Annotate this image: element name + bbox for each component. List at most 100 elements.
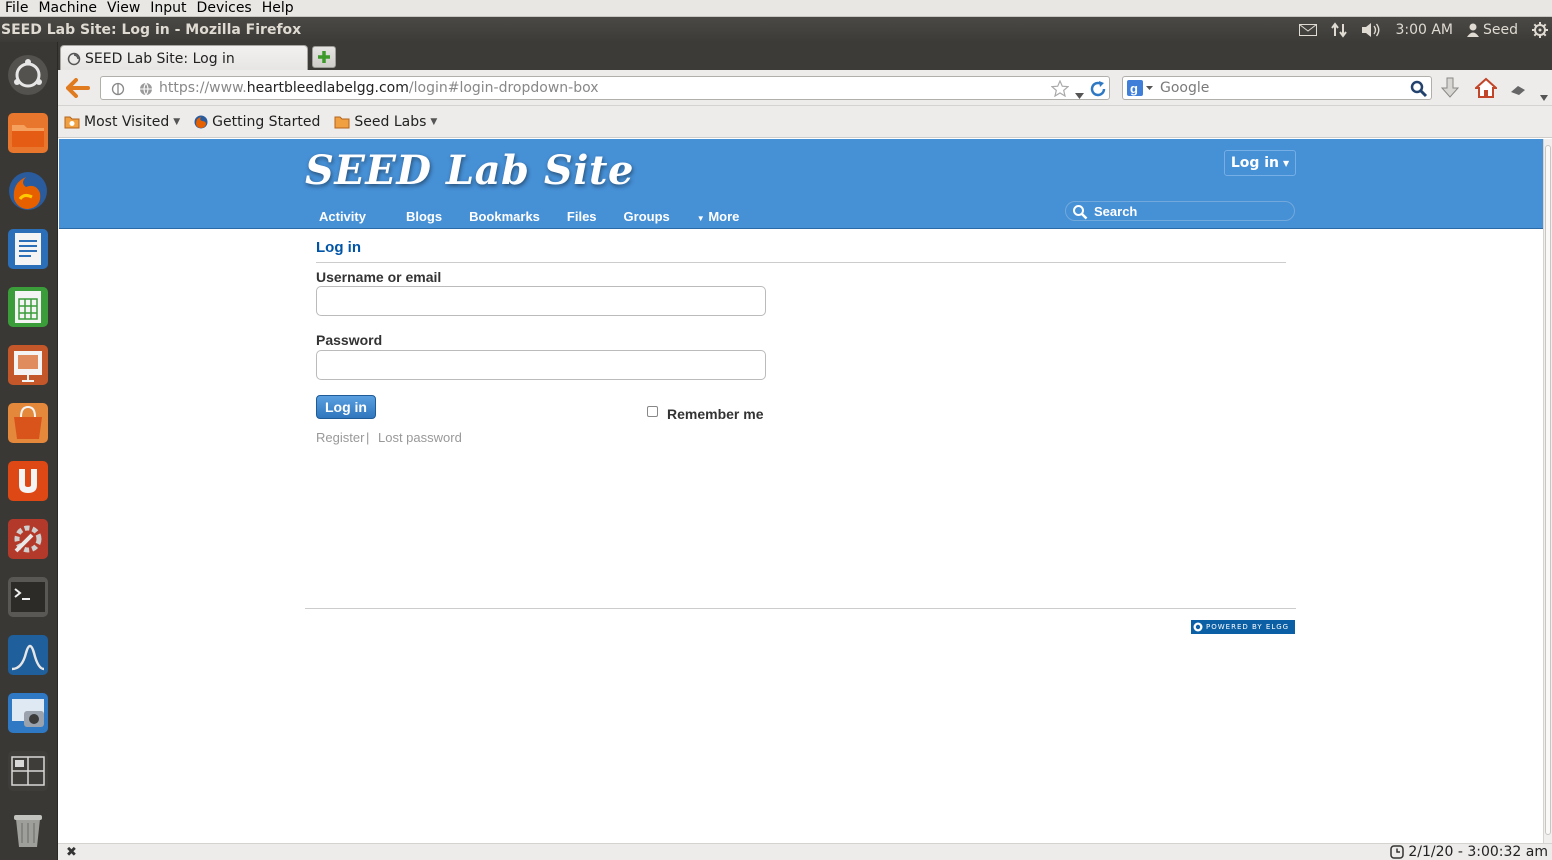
password-input[interactable] [316, 350, 766, 380]
panel-clock[interactable]: 3:00 AM [1395, 22, 1453, 38]
search-icon [1072, 204, 1088, 224]
wireshark-icon[interactable] [3, 630, 53, 680]
terminal-icon[interactable] [3, 572, 53, 622]
scrollbar-thumb[interactable] [1545, 145, 1551, 835]
new-tab-button[interactable] [312, 46, 336, 68]
magnifier-icon[interactable] [1410, 80, 1428, 102]
url-bar[interactable]: https://www.heartbleedlabelgg.com/login#… [100, 76, 1110, 100]
user-menu[interactable]: Seed [1467, 22, 1518, 38]
nav-item-more[interactable]: ▼ More [697, 209, 740, 224]
network-icon[interactable] [1331, 21, 1348, 38]
bookmark-label: Seed Labs [354, 113, 427, 130]
site-identity-icon[interactable] [111, 81, 125, 100]
nav-item-activity[interactable]: Activity [306, 209, 379, 224]
vertical-scrollbar[interactable] [1543, 139, 1552, 843]
elgg-logo-icon [1193, 622, 1203, 632]
username-input[interactable] [316, 286, 766, 316]
remember-me-label[interactable]: Remember me [667, 406, 764, 422]
url-host: heartbleedlabelgg.com [246, 80, 409, 96]
nav-item-files[interactable]: Files [567, 209, 597, 224]
google-engine-icon[interactable]: g [1127, 80, 1153, 100]
site-title[interactable]: SEED Lab Site [305, 147, 634, 194]
reload-icon[interactable] [1089, 80, 1107, 102]
vm-menu-file[interactable]: File [0, 0, 33, 17]
site-header: SEED Lab Site Log in ▼ Activity Blogs Bo… [59, 139, 1543, 229]
site-nav: Activity Blogs Bookmarks Files Groups ▼ … [306, 209, 739, 224]
vm-menu-input[interactable]: Input [145, 0, 191, 17]
url-prefix: https://www. [159, 80, 247, 96]
bookmark-label: Most Visited [84, 113, 170, 130]
url-history-chevron-icon[interactable] [1075, 84, 1084, 103]
workspace-switcher-icon[interactable] [3, 746, 53, 796]
browser-tab-active[interactable]: SEED Lab Site: Log in [60, 45, 308, 71]
volume-icon[interactable] [1361, 22, 1381, 38]
window-title: SEED Lab Site: Log in - Mozilla Firefox [1, 21, 302, 38]
heading-divider [316, 262, 1286, 263]
globe-icon [139, 81, 153, 100]
vm-menu-view[interactable]: View [102, 0, 145, 17]
vm-menubar: File Machine View Input Devices Help [0, 0, 1552, 17]
vm-menu-help[interactable]: Help [257, 0, 299, 17]
firefox-icon[interactable] [3, 166, 53, 216]
search-placeholder: Google [1160, 80, 1210, 96]
password-label: Password [316, 332, 383, 348]
login-dropdown-button[interactable]: Log in ▼ [1224, 150, 1296, 176]
lost-password-link[interactable]: Lost password [378, 430, 462, 445]
vm-menu-machine[interactable]: Machine [33, 0, 102, 17]
nav-item-blogs[interactable]: Blogs [406, 209, 442, 224]
plus-icon [318, 51, 330, 63]
panel-username: Seed [1483, 21, 1518, 38]
bookmark-most-visited[interactable]: Most Visited ▼ [64, 114, 180, 130]
login-submit-button[interactable]: Log in [316, 395, 376, 419]
login-heading: Log in [316, 239, 361, 256]
status-clock: 2/1/20 - 3:00:32 am [1390, 844, 1548, 860]
addon-toolbar-icon[interactable] [1510, 81, 1526, 100]
powered-by-elgg-badge[interactable]: POWERED BY ELGG [1191, 620, 1295, 634]
url-path: /login#login-dropdown-box [408, 80, 599, 96]
bookmark-star-icon[interactable] [1050, 79, 1070, 101]
close-x-icon[interactable]: ✖ [66, 845, 77, 860]
downloads-arrow-icon[interactable] [1440, 77, 1460, 103]
site-search-input[interactable] [1094, 203, 1284, 219]
svg-text:g: g [1130, 81, 1138, 96]
toolbar-overflow-chevron-icon[interactable] [1540, 86, 1548, 105]
firefox-favicon-icon [194, 115, 208, 128]
bookmarks-toolbar: Most Visited ▼ Getting Started Seed Labs… [58, 106, 1552, 138]
url-text[interactable]: https://www.heartbleedlabelgg.com/login#… [159, 80, 599, 96]
screenshot-icon[interactable] [3, 688, 53, 738]
register-link[interactable]: Register [316, 430, 364, 445]
powered-by-text: POWERED BY ELGG [1206, 623, 1290, 631]
nav-item-groups[interactable]: Groups [624, 209, 670, 224]
nav-more-label: More [708, 209, 740, 224]
link-separator: | [366, 430, 370, 445]
trash-icon[interactable] [3, 804, 53, 854]
system-settings-icon[interactable] [3, 514, 53, 564]
libreoffice-writer-icon[interactable] [3, 224, 53, 274]
power-gear-icon[interactable] [1532, 21, 1548, 38]
home-icon[interactable] [1473, 77, 1499, 103]
caret-down-icon: ▼ [696, 214, 705, 223]
nav-item-bookmarks[interactable]: Bookmarks [469, 209, 540, 224]
software-center-icon[interactable] [3, 398, 53, 448]
login-dropdown-label: Log in [1230, 155, 1280, 171]
ubuntu-one-icon[interactable] [3, 456, 53, 506]
top-panel: SEED Lab Site: Log in - Mozilla Firefox … [0, 17, 1552, 42]
clock-icon [1390, 845, 1405, 859]
libreoffice-calc-icon[interactable] [3, 282, 53, 332]
dropdown-caret-icon: ▼ [173, 116, 181, 127]
bookmark-label: Getting Started [212, 113, 321, 130]
vm-menu-devices[interactable]: Devices [192, 0, 257, 17]
bookmark-getting-started[interactable]: Getting Started [194, 114, 320, 130]
site-search [1065, 201, 1295, 221]
unity-launcher [0, 42, 58, 860]
dash-home-icon[interactable] [3, 50, 53, 100]
bookmark-seed-labs[interactable]: Seed Labs ▼ [334, 114, 437, 130]
remember-me-checkbox[interactable] [647, 406, 658, 417]
folder-icon [334, 116, 350, 128]
back-arrow-icon[interactable] [65, 78, 90, 102]
files-folder-icon[interactable] [3, 108, 53, 158]
libreoffice-impress-icon[interactable] [3, 340, 53, 390]
search-bar[interactable]: g Google [1122, 76, 1432, 100]
mail-icon[interactable] [1299, 23, 1318, 36]
username-label: Username or email [316, 269, 442, 285]
